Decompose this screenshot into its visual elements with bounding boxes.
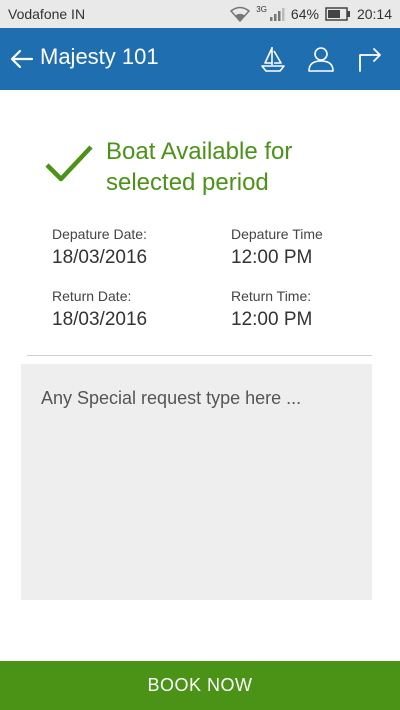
status-indicators: 3G 64% 20:14 [230, 4, 392, 22]
clock: 20:14 [356, 6, 392, 22]
departure-time-value: 12:00 PM [231, 247, 313, 268]
user-icon[interactable] [307, 45, 335, 73]
page-title: Majesty 101 [40, 44, 159, 69]
return-time-label: Return Time: [231, 288, 312, 304]
departure-time-label: Depature Time [231, 226, 323, 242]
network-type: 3G [256, 4, 267, 14]
battery-percent: 64% [290, 6, 319, 22]
return-date-value: 18/03/2016 [52, 309, 148, 330]
app-bar: Majesty 101 [0, 28, 400, 90]
back-arrow-icon[interactable] [10, 48, 34, 70]
status-bar: Vodafone IN 3G 64% 20:14 [0, 0, 400, 28]
availability-message: Boat Available for selected period [106, 138, 293, 196]
book-now-button[interactable]: BOOK NOW [0, 661, 400, 710]
departure-date-value: 18/03/2016 [52, 247, 148, 268]
departure-date-label: Depature Date: [52, 226, 147, 242]
checkmark-icon [45, 145, 93, 182]
return-time-value: 12:00 PM [231, 309, 313, 330]
wifi-icon [230, 6, 251, 22]
return-date-label: Return Date: [52, 288, 132, 304]
carrier-name: Vodafone IN [8, 6, 86, 22]
special-request-input[interactable] [21, 364, 372, 600]
divider [27, 355, 372, 356]
battery-icon [325, 7, 350, 21]
signal-icon [269, 8, 285, 21]
share-icon[interactable] [356, 45, 384, 73]
sailboat-icon[interactable] [259, 45, 287, 73]
